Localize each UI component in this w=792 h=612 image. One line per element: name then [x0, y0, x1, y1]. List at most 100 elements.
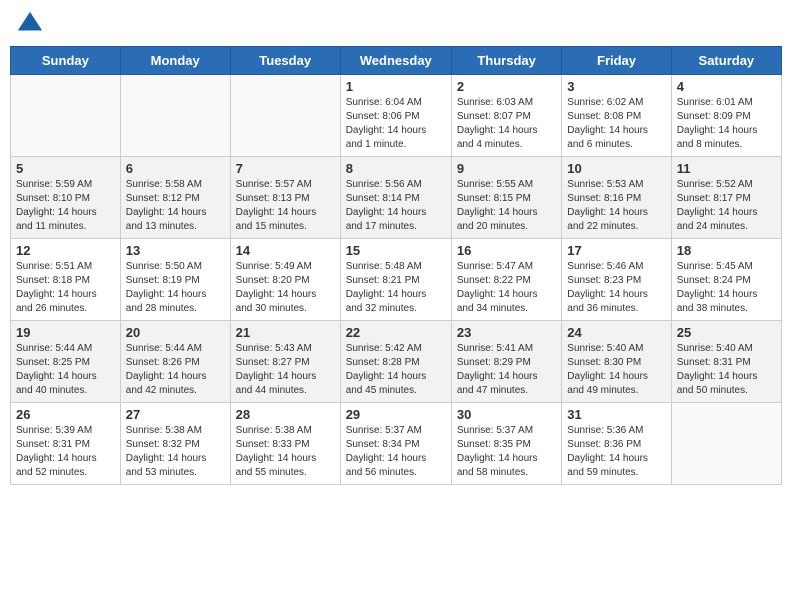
day-number: 10: [567, 161, 665, 176]
day-info: Sunrise: 5:39 AM Sunset: 8:31 PM Dayligh…: [16, 424, 115, 480]
day-info: Sunrise: 5:37 AM Sunset: 8:35 PM Dayligh…: [457, 424, 556, 480]
day-info: Sunrise: 5:49 AM Sunset: 8:20 PM Dayligh…: [236, 260, 335, 316]
calendar-cell: 25 Sunrise: 5:40 AM Sunset: 8:31 PM Dayli…: [671, 321, 781, 403]
day-number: 17: [567, 243, 665, 258]
day-number: 15: [346, 243, 446, 258]
day-info: Sunrise: 5:38 AM Sunset: 8:32 PM Dayligh…: [126, 424, 225, 480]
day-info: Sunrise: 5:40 AM Sunset: 8:30 PM Dayligh…: [567, 342, 665, 398]
day-number: 24: [567, 325, 665, 340]
day-info: Sunrise: 5:40 AM Sunset: 8:31 PM Dayligh…: [677, 342, 776, 398]
day-info: Sunrise: 5:48 AM Sunset: 8:21 PM Dayligh…: [346, 260, 446, 316]
calendar-cell: 17 Sunrise: 5:46 AM Sunset: 8:23 PM Dayli…: [562, 239, 671, 321]
logo: [14, 10, 44, 38]
day-info: Sunrise: 6:02 AM Sunset: 8:08 PM Dayligh…: [567, 96, 665, 152]
day-number: 25: [677, 325, 776, 340]
day-number: 30: [457, 407, 556, 422]
day-info: Sunrise: 6:01 AM Sunset: 8:09 PM Dayligh…: [677, 96, 776, 152]
calendar-week-row: 26Sunrise: 5:39 AM Sunset: 8:31 PM Dayli…: [11, 403, 782, 485]
calendar-cell: 2 Sunrise: 6:03 AM Sunset: 8:07 PM Daylig…: [451, 75, 561, 157]
calendar-cell: [11, 75, 121, 157]
day-info: Sunrise: 5:44 AM Sunset: 8:26 PM Dayligh…: [126, 342, 225, 398]
day-info: Sunrise: 5:44 AM Sunset: 8:25 PM Dayligh…: [16, 342, 115, 398]
day-number: 23: [457, 325, 556, 340]
day-info: Sunrise: 5:53 AM Sunset: 8:16 PM Dayligh…: [567, 178, 665, 234]
day-info: Sunrise: 5:51 AM Sunset: 8:18 PM Dayligh…: [16, 260, 115, 316]
day-info: Sunrise: 5:52 AM Sunset: 8:17 PM Dayligh…: [677, 178, 776, 234]
calendar-cell: 1 Sunrise: 6:04 AM Sunset: 8:06 PM Daylig…: [340, 75, 451, 157]
day-info: Sunrise: 5:56 AM Sunset: 8:14 PM Dayligh…: [346, 178, 446, 234]
calendar-cell: 26Sunrise: 5:39 AM Sunset: 8:31 PM Dayli…: [11, 403, 121, 485]
calendar-cell: 16 Sunrise: 5:47 AM Sunset: 8:22 PM Dayli…: [451, 239, 561, 321]
day-info: Sunrise: 6:04 AM Sunset: 8:06 PM Dayligh…: [346, 96, 446, 152]
day-number: 28: [236, 407, 335, 422]
calendar-cell: 8 Sunrise: 5:56 AM Sunset: 8:14 PM Daylig…: [340, 157, 451, 239]
calendar-cell: 31Sunrise: 5:36 AM Sunset: 8:36 PM Dayli…: [562, 403, 671, 485]
day-info: Sunrise: 5:36 AM Sunset: 8:36 PM Dayligh…: [567, 424, 665, 480]
calendar-cell: 5 Sunrise: 5:59 AM Sunset: 8:10 PM Daylig…: [11, 157, 121, 239]
day-info: Sunrise: 5:41 AM Sunset: 8:29 PM Dayligh…: [457, 342, 556, 398]
day-number: 13: [126, 243, 225, 258]
day-number: 18: [677, 243, 776, 258]
calendar-cell: 6Sunrise: 5:58 AM Sunset: 8:12 PM Daylig…: [120, 157, 230, 239]
day-info: Sunrise: 5:46 AM Sunset: 8:23 PM Dayligh…: [567, 260, 665, 316]
calendar-week-row: 5 Sunrise: 5:59 AM Sunset: 8:10 PM Daylig…: [11, 157, 782, 239]
calendar-cell: 14 Sunrise: 5:49 AM Sunset: 8:20 PM Dayli…: [230, 239, 340, 321]
day-info: Sunrise: 5:59 AM Sunset: 8:10 PM Dayligh…: [16, 178, 115, 234]
calendar-cell: 23 Sunrise: 5:41 AM Sunset: 8:29 PM Dayli…: [451, 321, 561, 403]
logo-icon: [16, 10, 44, 38]
day-info: Sunrise: 5:57 AM Sunset: 8:13 PM Dayligh…: [236, 178, 335, 234]
calendar-cell: 3 Sunrise: 6:02 AM Sunset: 8:08 PM Daylig…: [562, 75, 671, 157]
calendar-cell: [230, 75, 340, 157]
calendar-cell: 20 Sunrise: 5:44 AM Sunset: 8:26 PM Dayli…: [120, 321, 230, 403]
calendar-week-row: 1 Sunrise: 6:04 AM Sunset: 8:06 PM Daylig…: [11, 75, 782, 157]
calendar-week-row: 19 Sunrise: 5:44 AM Sunset: 8:25 PM Dayli…: [11, 321, 782, 403]
calendar-cell: 18 Sunrise: 5:45 AM Sunset: 8:24 PM Dayli…: [671, 239, 781, 321]
day-number: 2: [457, 79, 556, 94]
day-number: 3: [567, 79, 665, 94]
calendar-cell: 11 Sunrise: 5:52 AM Sunset: 8:17 PM Dayli…: [671, 157, 781, 239]
calendar-cell: 7 Sunrise: 5:57 AM Sunset: 8:13 PM Daylig…: [230, 157, 340, 239]
calendar-cell: 24 Sunrise: 5:40 AM Sunset: 8:30 PM Dayli…: [562, 321, 671, 403]
day-info: Sunrise: 5:47 AM Sunset: 8:22 PM Dayligh…: [457, 260, 556, 316]
column-header-monday: Monday: [120, 47, 230, 75]
calendar-cell: 21 Sunrise: 5:43 AM Sunset: 8:27 PM Dayli…: [230, 321, 340, 403]
day-number: 16: [457, 243, 556, 258]
day-info: Sunrise: 5:43 AM Sunset: 8:27 PM Dayligh…: [236, 342, 335, 398]
calendar-cell: 4 Sunrise: 6:01 AM Sunset: 8:09 PM Daylig…: [671, 75, 781, 157]
day-info: Sunrise: 5:55 AM Sunset: 8:15 PM Dayligh…: [457, 178, 556, 234]
day-number: 27: [126, 407, 225, 422]
calendar-cell: 9Sunrise: 5:55 AM Sunset: 8:15 PM Daylig…: [451, 157, 561, 239]
calendar-cell: 19 Sunrise: 5:44 AM Sunset: 8:25 PM Dayli…: [11, 321, 121, 403]
column-header-thursday: Thursday: [451, 47, 561, 75]
day-number: 5: [16, 161, 115, 176]
column-header-wednesday: Wednesday: [340, 47, 451, 75]
day-number: 8: [346, 161, 446, 176]
column-header-saturday: Saturday: [671, 47, 781, 75]
day-info: Sunrise: 6:03 AM Sunset: 8:07 PM Dayligh…: [457, 96, 556, 152]
day-number: 1: [346, 79, 446, 94]
calendar-cell: 22Sunrise: 5:42 AM Sunset: 8:28 PM Dayli…: [340, 321, 451, 403]
day-info: Sunrise: 5:45 AM Sunset: 8:24 PM Dayligh…: [677, 260, 776, 316]
day-number: 21: [236, 325, 335, 340]
day-number: 11: [677, 161, 776, 176]
calendar-cell: 30 Sunrise: 5:37 AM Sunset: 8:35 PM Dayli…: [451, 403, 561, 485]
day-number: 6: [126, 161, 225, 176]
day-number: 20: [126, 325, 225, 340]
page-header: [10, 10, 782, 38]
day-number: 4: [677, 79, 776, 94]
column-header-tuesday: Tuesday: [230, 47, 340, 75]
day-number: 7: [236, 161, 335, 176]
calendar-cell: 27 Sunrise: 5:38 AM Sunset: 8:32 PM Dayli…: [120, 403, 230, 485]
calendar-cell: 13 Sunrise: 5:50 AM Sunset: 8:19 PM Dayli…: [120, 239, 230, 321]
calendar-cell: 10 Sunrise: 5:53 AM Sunset: 8:16 PM Dayli…: [562, 157, 671, 239]
day-number: 14: [236, 243, 335, 258]
calendar-cell: 12Sunrise: 5:51 AM Sunset: 8:18 PM Dayli…: [11, 239, 121, 321]
column-header-sunday: Sunday: [11, 47, 121, 75]
calendar-table: SundayMondayTuesdayWednesdayThursdayFrid…: [10, 46, 782, 485]
day-number: 19: [16, 325, 115, 340]
day-info: Sunrise: 5:50 AM Sunset: 8:19 PM Dayligh…: [126, 260, 225, 316]
day-number: 22: [346, 325, 446, 340]
calendar-header-row: SundayMondayTuesdayWednesdayThursdayFrid…: [11, 47, 782, 75]
calendar-cell: [671, 403, 781, 485]
calendar-cell: 29Sunrise: 5:37 AM Sunset: 8:34 PM Dayli…: [340, 403, 451, 485]
